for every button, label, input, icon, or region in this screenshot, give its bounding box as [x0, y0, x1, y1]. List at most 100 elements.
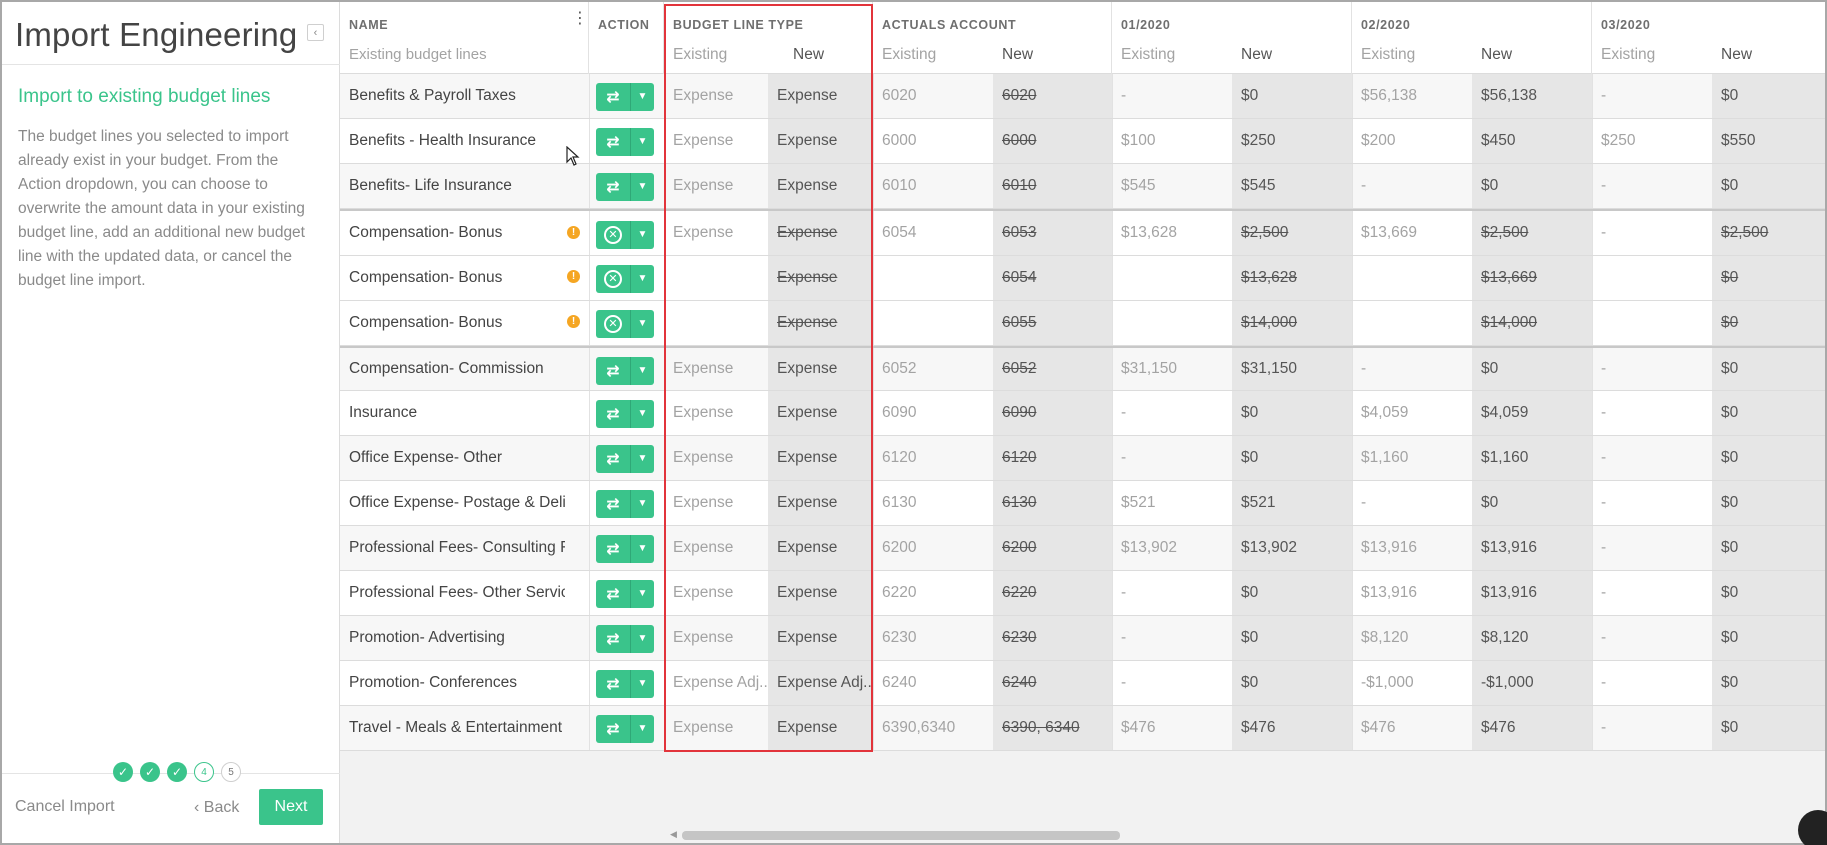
acct-existing-cell	[873, 256, 993, 300]
column-divider	[589, 119, 590, 163]
column-divider	[589, 481, 590, 525]
overwrite-action-dropdown[interactable]: ⇄ ▼	[596, 82, 654, 111]
m3-new-cell: $0	[1712, 74, 1825, 118]
column-header-month-1: 01/2020 Existing New	[1112, 2, 1352, 74]
swap-arrows-icon: ⇄	[606, 495, 620, 513]
table-row: Professional Fees- Other Servic... ⇄ ▼ Expe…	[340, 571, 1825, 616]
chevron-down-icon: ▼	[630, 399, 654, 428]
grid-header: NAME ⋮ Existing budget lines ACTION BUDG…	[340, 2, 1825, 74]
overwrite-action-dropdown[interactable]: ⇄ ▼	[596, 489, 654, 518]
acct-new-cell: 6010	[993, 164, 1112, 208]
overwrite-action-dropdown[interactable]: ⇄ ▼	[596, 356, 654, 385]
m3-new-cell: $0	[1712, 391, 1825, 435]
cancel-import-action-dropdown[interactable]: ✕ ▼	[596, 264, 654, 293]
m3-new-cell: $0	[1712, 616, 1825, 660]
m3-existing-cell	[1592, 256, 1712, 300]
row-name: Compensation- Commission	[340, 348, 565, 390]
type-new-cell: Expense Adj...	[768, 661, 873, 705]
cancel-import-link[interactable]: Cancel Import	[15, 798, 115, 816]
type-existing-cell: Expense	[673, 87, 734, 104]
m2-existing-cell	[1352, 301, 1472, 345]
acct-existing-cell: 6230	[882, 629, 917, 646]
overwrite-action-dropdown[interactable]: ⇄ ▼	[596, 172, 654, 201]
acct-new-cell: 6020	[993, 74, 1112, 118]
column-menu-icon[interactable]: ⋮	[572, 11, 588, 27]
m3-new-cell: $0	[1712, 481, 1825, 525]
row-name: Professional Fees- Consulting F...	[340, 526, 565, 570]
acct-new-cell: 6200	[993, 526, 1112, 570]
acct-existing-cell: 6020	[882, 87, 917, 104]
type-new-cell: Expense	[768, 526, 873, 570]
acct-existing-cell: 6052	[882, 360, 917, 377]
acct-existing-cell: 6054	[882, 224, 917, 241]
scroll-thumb[interactable]	[682, 831, 1120, 840]
m2-existing-cell: $13,669	[1361, 224, 1418, 241]
table-row: Office Expense- Other ⇄ ▼ Expense Expense 612…	[340, 436, 1825, 481]
chevron-down-icon: ▼	[630, 309, 654, 338]
m2-existing-cell: $1,160	[1361, 449, 1409, 466]
header-new: New	[1721, 46, 1753, 63]
divider	[2, 64, 340, 65]
row-name: Office Expense- Other	[340, 436, 565, 480]
step-title: Import to existing budget lines	[18, 86, 271, 107]
overwrite-action-dropdown[interactable]: ⇄ ▼	[596, 534, 654, 563]
m2-existing-cell: -$1,000	[1361, 674, 1414, 691]
overwrite-action-dropdown[interactable]: ⇄ ▼	[596, 624, 654, 653]
type-existing-cell: Expense	[673, 360, 734, 377]
acct-existing-cell: 6120	[882, 449, 917, 466]
row-name: Promotion- Conferences	[340, 661, 565, 705]
overwrite-action-dropdown[interactable]: ⇄ ▼	[596, 714, 654, 743]
type-existing-cell: Expense	[673, 629, 734, 646]
back-button[interactable]: ‹ Back	[194, 799, 239, 817]
column-header-month-2: 02/2020 Existing New	[1352, 2, 1592, 74]
m3-new-cell: $550	[1712, 119, 1825, 163]
swap-arrows-icon: ⇄	[606, 585, 620, 603]
table-row: Benefits - Health Insurance ⇄ ▼ Expense Expe…	[340, 119, 1825, 164]
m1-existing-cell: -	[1121, 449, 1127, 466]
overwrite-action-dropdown[interactable]: ⇄ ▼	[596, 444, 654, 473]
m3-existing-cell: $250	[1601, 132, 1636, 149]
overwrite-action-dropdown[interactable]: ⇄ ▼	[596, 399, 654, 428]
column-divider	[589, 436, 590, 480]
horizontal-scrollbar[interactable]: ◀	[664, 827, 1825, 841]
acct-existing-cell	[873, 301, 993, 345]
acct-existing-cell: 6220	[882, 584, 917, 601]
scroll-left-icon[interactable]: ◀	[670, 829, 677, 840]
row-name: Travel - Meals & Entertainment	[340, 706, 565, 750]
cancel-import-action-dropdown[interactable]: ✕ ▼	[596, 220, 654, 249]
next-button[interactable]: Next	[259, 789, 323, 825]
m3-new-cell: $0	[1712, 164, 1825, 208]
chevron-down-icon: ▼	[630, 127, 654, 156]
column-header-name: NAME ⋮ Existing budget lines	[340, 2, 589, 74]
m3-new-cell: $0	[1712, 661, 1825, 705]
table-row: Insurance ⇄ ▼ Expense Expense 6090 6090- $0 $4,0…	[340, 391, 1825, 436]
type-new-cell: Expense	[768, 301, 873, 345]
m2-existing-cell: $8,120	[1361, 629, 1409, 646]
type-new-cell: Expense	[768, 164, 873, 208]
column-header-month-3: 03/2020 Existing New	[1592, 2, 1825, 74]
column-header-actuals-account: ACTUALS ACCOUNT Existing New	[873, 2, 1112, 74]
m2-existing-cell: -	[1361, 494, 1367, 511]
cancel-circle-icon: ✕	[604, 225, 622, 244]
chevron-down-icon: ▼	[630, 220, 654, 249]
m1-new-cell: $521	[1232, 481, 1352, 525]
overwrite-action-dropdown[interactable]: ⇄ ▼	[596, 669, 654, 698]
acct-existing-cell: 6000	[882, 132, 917, 149]
cancel-import-action-dropdown[interactable]: ✕ ▼	[596, 309, 654, 338]
m2-existing-cell: -	[1361, 360, 1367, 377]
m3-new-cell: $0	[1712, 348, 1825, 390]
m1-new-cell: $0	[1232, 436, 1352, 480]
collapse-panel-icon[interactable]: ‹	[307, 24, 324, 41]
m3-existing-cell: -	[1601, 177, 1607, 194]
overwrite-action-dropdown[interactable]: ⇄ ▼	[596, 127, 654, 156]
step-5-pending: 5	[221, 762, 241, 782]
acct-new-cell: 6052	[993, 348, 1112, 390]
overwrite-action-dropdown[interactable]: ⇄ ▼	[596, 579, 654, 608]
header-month-label: 02/2020	[1361, 18, 1411, 32]
table-row: Office Expense- Postage & Deliv... ⇄ ▼ Expe…	[340, 481, 1825, 526]
m3-new-cell: $0	[1712, 706, 1825, 750]
m2-existing-cell: $200	[1361, 132, 1396, 149]
header-new: New	[1481, 46, 1513, 63]
m3-existing-cell	[1592, 301, 1712, 345]
header-type-label: BUDGET LINE TYPE	[673, 18, 804, 32]
